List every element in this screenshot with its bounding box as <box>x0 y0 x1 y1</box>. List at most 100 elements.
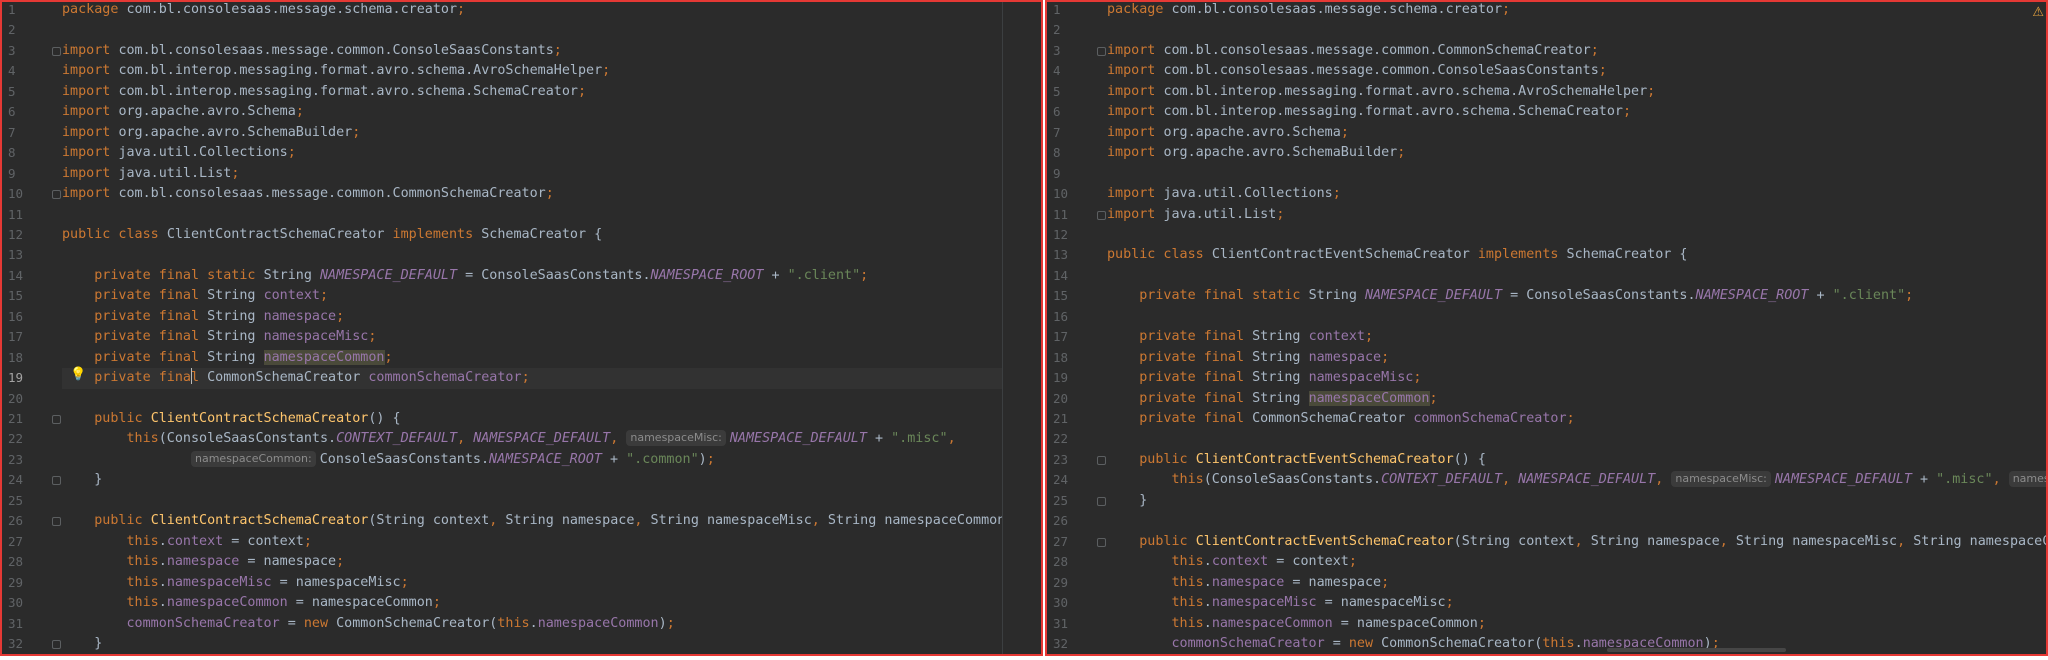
code-line[interactable] <box>62 20 1041 40</box>
code-line[interactable]: private final String context; <box>1107 327 2046 347</box>
line-number[interactable]: 32 <box>1047 634 1101 654</box>
line-number[interactable]: 18 <box>2 348 56 368</box>
line-number[interactable]: 10 <box>2 184 56 204</box>
code-line[interactable]: } <box>1107 491 2046 511</box>
code-line[interactable] <box>1107 164 2046 184</box>
code-line[interactable]: this(ConsoleSaasConstants.CONTEXT_DEFAUL… <box>1107 470 2046 490</box>
fold-marker-icon[interactable] <box>52 190 61 200</box>
line-number[interactable]: 21 <box>1047 409 1101 429</box>
code-line[interactable]: this.namespaceCommon = namespaceCommon; <box>62 593 1041 613</box>
line-number[interactable]: 3 <box>2 41 56 61</box>
line-number[interactable]: 9 <box>1047 164 1101 184</box>
right-code-area[interactable]: package com.bl.consolesaas.message.schem… <box>1107 2 2046 654</box>
line-number[interactable]: 30 <box>2 593 56 613</box>
code-line[interactable]: import com.bl.consolesaas.message.common… <box>1107 41 2046 61</box>
line-number[interactable]: 19 <box>2 368 56 388</box>
code-line[interactable]: import java.util.List; <box>1107 205 2046 225</box>
line-number[interactable]: 2 <box>2 20 56 40</box>
code-line[interactable]: this.namespace = namespace; <box>1107 573 2046 593</box>
code-line[interactable]: package com.bl.consolesaas.message.schem… <box>62 2 1041 20</box>
line-number[interactable]: 15 <box>2 286 56 306</box>
line-number[interactable]: 23 <box>1047 450 1101 470</box>
left-gutter[interactable]: 1 2 3 4 5 6 7 8 9 10 11 12 13 14 15 16 17 18 19 20 21 22 23 24 2… <box>2 2 61 654</box>
code-line[interactable]: private final String namespaceCommon; <box>1107 389 2046 409</box>
fold-marker-icon[interactable] <box>52 639 61 649</box>
code-line[interactable]: import com.bl.interop.messaging.format.a… <box>62 61 1041 81</box>
fold-marker-icon[interactable] <box>1097 46 1106 56</box>
line-number[interactable]: 12 <box>1047 225 1101 245</box>
code-line[interactable] <box>62 245 1041 265</box>
code-line[interactable]: import java.util.Collections; <box>1107 184 2046 204</box>
code-line[interactable] <box>62 205 1041 225</box>
code-line[interactable]: import java.util.List; <box>62 164 1041 184</box>
line-number[interactable]: 31 <box>1047 614 1101 634</box>
line-number[interactable]: 18 <box>1047 348 1101 368</box>
code-line[interactable]: namespaceCommon: ConsoleSaasConstants.NAM… <box>62 450 1041 470</box>
right-editor-pane[interactable]: 1 2 3 4 5 6 7 8 9 10 11 12 13 14 15 16 17 18 19 20 21 22 23 24 2… <box>1045 0 2048 656</box>
line-number[interactable]: 19 <box>1047 368 1101 388</box>
line-number[interactable]: 6 <box>1047 102 1101 122</box>
line-number[interactable]: 21 <box>2 409 56 429</box>
line-number[interactable]: 28 <box>2 552 56 572</box>
line-number[interactable]: 8 <box>1047 143 1101 163</box>
code-line[interactable]: import com.bl.interop.messaging.format.a… <box>1107 102 2046 122</box>
line-number[interactable]: 23 <box>2 450 56 470</box>
line-number[interactable]: 17 <box>1047 327 1101 347</box>
code-line[interactable]: private final String context; <box>62 286 1041 306</box>
code-line[interactable]: public class ClientContractEventSchemaCr… <box>1107 245 2046 265</box>
code-line[interactable]: this.namespaceCommon = namespaceCommon; <box>1107 614 2046 634</box>
line-number[interactable]: 1 <box>2 2 56 20</box>
line-number[interactable]: 5 <box>1047 82 1101 102</box>
code-line[interactable]: import org.apache.avro.SchemaBuilder; <box>1107 143 2046 163</box>
code-line[interactable]: private final static String NAMESPACE_DE… <box>62 266 1041 286</box>
line-number[interactable]: 4 <box>2 61 56 81</box>
line-number[interactable]: 1 <box>1047 2 1101 20</box>
fold-marker-icon[interactable] <box>52 415 61 424</box>
line-number[interactable]: 25 <box>1047 491 1101 511</box>
code-line[interactable] <box>62 491 1041 511</box>
code-line[interactable]: import org.apache.avro.SchemaBuilder; <box>62 123 1041 143</box>
line-number[interactable]: 28 <box>1047 552 1101 572</box>
code-line[interactable]: this.namespaceMisc = namespaceMisc; <box>62 573 1041 593</box>
line-number[interactable]: 6 <box>2 102 56 122</box>
code-line[interactable] <box>1107 225 2046 245</box>
line-number[interactable]: 16 <box>2 307 56 327</box>
code-line[interactable]: private final String namespaceCommon; <box>62 348 1041 368</box>
code-line[interactable] <box>62 389 1041 409</box>
line-number[interactable]: 11 <box>1047 205 1101 225</box>
line-number[interactable]: 27 <box>1047 532 1101 552</box>
code-line[interactable]: public ClientContractEventSchemaCreator(… <box>1107 450 2046 470</box>
code-line[interactable]: import com.bl.interop.messaging.format.a… <box>1107 82 2046 102</box>
code-line[interactable]: this.context = context; <box>1107 552 2046 572</box>
line-number[interactable]: 31 <box>2 614 56 634</box>
line-number[interactable]: 14 <box>2 266 56 286</box>
line-number[interactable]: 30 <box>1047 593 1101 613</box>
code-line[interactable]: private final static String NAMESPACE_DE… <box>1107 286 2046 306</box>
code-line[interactable]: public ClientContractSchemaCreator() { <box>62 409 1041 429</box>
line-number[interactable]: 2 <box>1047 20 1101 40</box>
line-number[interactable]: 26 <box>1047 511 1101 531</box>
code-line[interactable]: import java.util.Collections; <box>62 143 1041 163</box>
code-line[interactable]: } <box>1107 654 2046 656</box>
line-number[interactable]: 25 <box>2 491 56 511</box>
line-number[interactable]: 7 <box>2 123 56 143</box>
fold-marker-icon[interactable] <box>52 517 61 527</box>
line-number[interactable]: 27 <box>2 532 56 552</box>
left-editor-pane[interactable]: 1 2 3 4 5 6 7 8 9 10 11 12 13 14 15 16 17 18 19 20 21 22 23 24 2… <box>0 0 1043 656</box>
fold-marker-icon[interactable] <box>1097 210 1106 220</box>
code-line[interactable]: } <box>62 470 1041 490</box>
left-code-area[interactable]: package com.bl.consolesaas.message.schem… <box>62 2 1041 654</box>
line-number[interactable]: 33 <box>1047 654 1101 656</box>
line-number[interactable]: 17 <box>2 327 56 347</box>
code-line[interactable]: import com.bl.consolesaas.message.common… <box>62 184 1041 204</box>
line-number[interactable]: 32 <box>2 634 56 654</box>
line-number[interactable]: 3 <box>1047 41 1101 61</box>
code-line[interactable]: private final String namespaceMisc; <box>1107 368 2046 388</box>
code-line[interactable]: private final String namespace; <box>62 307 1041 327</box>
line-number[interactable]: 24 <box>2 470 56 490</box>
left-scrollbar[interactable] <box>1002 2 1041 654</box>
code-line[interactable]: import org.apache.avro.Schema; <box>62 102 1041 122</box>
code-line[interactable]: import com.bl.consolesaas.message.common… <box>1107 61 2046 81</box>
line-number[interactable]: 5 <box>2 82 56 102</box>
line-number[interactable]: 12 <box>2 225 56 245</box>
